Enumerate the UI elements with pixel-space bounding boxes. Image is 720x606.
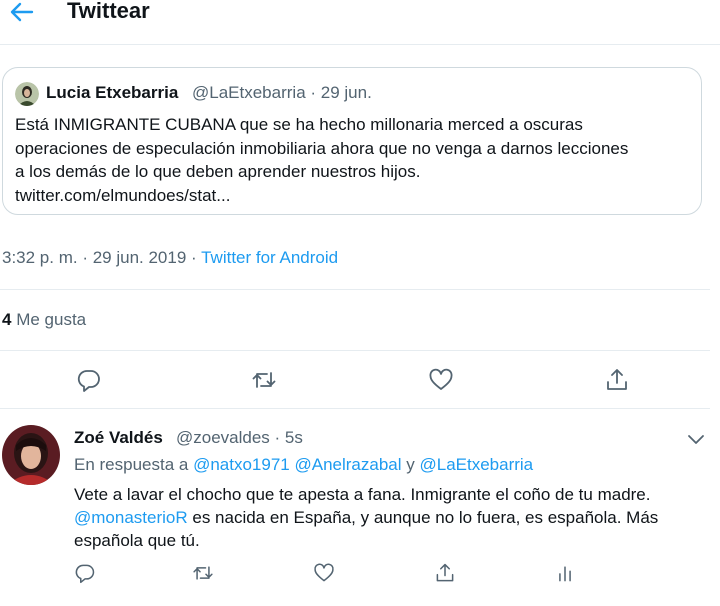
reply-text-fragment: es nacida en España, y aunque no lo fuer… bbox=[187, 508, 659, 527]
header-bar: Twittear bbox=[0, 0, 720, 45]
likes-label: Me gusta bbox=[11, 310, 87, 329]
quoted-text-line: operaciones de especulación inmobiliaria… bbox=[15, 138, 629, 158]
reply-context: En respuesta a @natxo1971 @Anelrazabal y… bbox=[74, 455, 533, 475]
mention-link[interactable]: @Anelrazabal bbox=[294, 455, 401, 474]
retweet-icon[interactable] bbox=[192, 562, 214, 584]
reply-tweet-text: Vete a lavar el chocho que te apesta a f… bbox=[74, 483, 704, 552]
mention-link[interactable]: @natxo1971 bbox=[193, 455, 290, 474]
divider bbox=[0, 350, 710, 351]
retweet-icon[interactable] bbox=[251, 367, 277, 393]
reply-author-name[interactable]: Zoé Valdés bbox=[74, 428, 163, 448]
quoted-text-line: a los demás de lo que deben aprender nue… bbox=[15, 162, 421, 181]
reply-text-line: @monasterioR es nacida en España, y aunq… bbox=[74, 506, 704, 529]
quoted-author-avatar[interactable] bbox=[15, 82, 39, 106]
likes-count[interactable]: 4 Me gusta bbox=[2, 310, 86, 330]
tweet-timestamp: 3:32 p. m. · 29 jun. 2019 · Twitter for … bbox=[2, 248, 338, 268]
reply-text-line: Vete a lavar el chocho que te apesta a f… bbox=[74, 485, 651, 504]
quoted-tweet-card[interactable]: Lucia Etxebarria @LaEtxebarria · 29 jun.… bbox=[2, 67, 702, 215]
chevron-down-icon[interactable] bbox=[686, 432, 706, 446]
heart-icon[interactable] bbox=[428, 367, 454, 393]
mention-link[interactable]: @monasterioR bbox=[74, 508, 188, 527]
reply-icon[interactable] bbox=[74, 562, 96, 584]
reply-author-handle-time: @zoevaldes · 5s bbox=[176, 428, 303, 447]
page-title: Twittear bbox=[67, 0, 150, 23]
quoted-author-name[interactable]: Lucia Etxebarria bbox=[46, 83, 178, 103]
reply-author-avatar[interactable] bbox=[2, 425, 60, 485]
analytics-icon[interactable] bbox=[554, 562, 576, 584]
divider bbox=[0, 408, 710, 409]
back-arrow-icon[interactable] bbox=[8, 0, 38, 26]
tweet-time-date[interactable]: 3:32 p. m. · 29 jun. 2019 · bbox=[2, 248, 201, 267]
reply-icon[interactable] bbox=[76, 367, 102, 393]
tweet-source-link[interactable]: Twitter for Android bbox=[201, 248, 338, 267]
share-icon[interactable] bbox=[604, 367, 630, 393]
mention-link[interactable]: @LaEtxebarria bbox=[419, 455, 533, 474]
heart-icon[interactable] bbox=[313, 562, 335, 584]
reply-text-line: española que tú. bbox=[74, 531, 200, 550]
reply-context-prefix: En respuesta a bbox=[74, 455, 194, 474]
share-icon[interactable] bbox=[434, 562, 456, 584]
quoted-author-handle-date: @LaEtxebarria · 29 jun. bbox=[192, 83, 372, 102]
quoted-tweet-link[interactable]: twitter.com/elmundoes/stat... bbox=[15, 186, 230, 205]
quoted-tweet-text: Está INMIGRANTE CUBANA que se ha hecho m… bbox=[15, 113, 695, 207]
divider bbox=[0, 289, 710, 290]
reply-context-conjunction: y bbox=[401, 455, 420, 474]
quoted-text-line: Está INMIGRANTE CUBANA que se ha hecho m… bbox=[15, 115, 583, 134]
